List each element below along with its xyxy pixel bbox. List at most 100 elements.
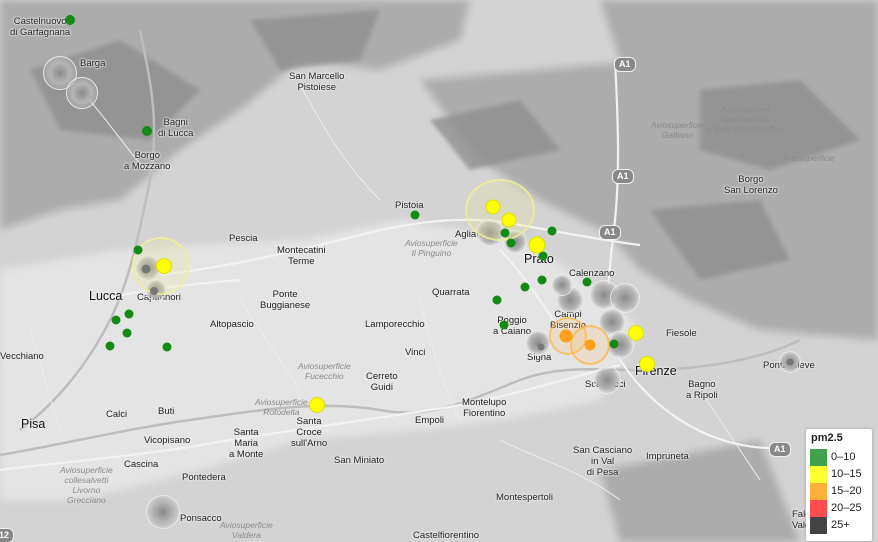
place-label: Cerreto Guidi [366,371,398,393]
place-label: Vicopisano [144,435,191,446]
place-label: Pistoia [395,200,424,211]
place-label: Altopascio [210,319,254,330]
sensor-marker-green[interactable] [65,15,75,25]
place-label: Castelnuovo di Garfagnana [10,16,71,38]
legend-label: 15–20 [831,485,862,497]
sensor-marker-green[interactable] [410,210,420,220]
map-view[interactable]: A1 A1 A1 A1 12 Aviosuperficie Il Pinguino… [0,0,878,542]
place-label: Buti [158,406,175,417]
sensor-halo-gray[interactable] [593,366,621,394]
sensor-marker-yellow[interactable] [628,325,644,341]
airfield-label: Aviosuperficie Rotodelta [255,397,308,417]
sensor-halo-gray[interactable] [551,274,573,296]
place-label: Bagni di Lucca [158,117,194,139]
sensor-marker-green[interactable] [609,339,619,349]
legend-label: 20–25 [831,502,862,514]
place-label: Borgo a Mozzano [124,150,171,172]
sensor-marker-green[interactable] [520,282,530,292]
sensor-marker-green[interactable] [133,245,143,255]
place-label: Bagno a Ripoli [686,379,718,401]
legend-item: 20–25 [810,500,872,517]
sensor-marker-green[interactable] [492,295,502,305]
airfield-label: Aviosuperficie Valdera [220,520,273,540]
place-label: San Casciano in Val di Pesa [573,445,633,478]
legend-label: 0–10 [831,451,856,463]
place-label: Castelfiorentino [413,530,480,541]
sensor-halo-gray[interactable] [66,77,98,109]
place-label: San Miniato [334,455,385,466]
place-label: Pontedera [182,472,226,483]
sensor-marker-gray[interactable] [786,358,794,366]
place-label: Pisa [21,417,46,431]
sensor-marker-green[interactable] [162,342,172,352]
sensor-marker-green[interactable] [111,315,121,325]
legend-swatch [810,483,827,500]
sensor-marker-orange[interactable] [559,329,573,343]
legend-title: pm2.5 [811,432,843,444]
sensor-halo-gray[interactable] [146,495,180,529]
sensor-marker-yellow[interactable] [309,397,325,413]
highway-shield-a1: A1 [614,57,636,72]
legend-item: 15–20 [810,483,872,500]
highway-shield-a1: A1 [612,169,634,184]
place-label: Calenzano [569,268,615,279]
place-label: Ponsacco [180,513,222,524]
highway-shield-a1: A1 [769,442,791,457]
place-label: Montecatini Terme [277,245,326,267]
highway-shield-a1: A1 [599,225,621,240]
sensor-marker-gray[interactable] [150,287,158,295]
sensor-marker-gray[interactable] [537,343,545,351]
place-label: Santa Maria a Monte [229,427,264,460]
sensor-marker-green[interactable] [105,341,115,351]
sensor-marker-green[interactable] [547,226,557,236]
legend-swatch [810,449,827,466]
pm25-legend: pm2.5 0–10 10–15 15–20 20–25 25+ [806,429,872,541]
place-label: Montelupo Fiorentino [462,397,507,419]
place-label: Ponte Buggianese [260,289,311,311]
legend-label: 25+ [831,519,850,531]
place-label: Barga [80,58,106,69]
place-label: Lucca [89,289,123,303]
legend-item: 10–15 [810,466,872,483]
sensor-marker-yellow[interactable] [485,199,501,215]
sensor-halo-gray[interactable] [525,330,551,356]
airfield-label: Aviosuperficie [782,153,835,163]
place-label: Cascina [124,459,159,470]
airfield-label: Associazione sportiva Volo A Vela Aviosupe… [706,104,786,134]
legend-swatch [810,500,827,517]
sensor-marker-yellow[interactable] [528,236,546,254]
place-label: Pescia [229,233,258,244]
place-label: Calci [106,409,128,420]
place-label: Montespertoli [496,492,554,503]
place-label: Impruneta [646,451,689,462]
airfield-label: Aviosuperficie Galliano [651,120,704,140]
sensor-marker-green[interactable] [124,309,134,319]
sensor-marker-green[interactable] [499,320,509,330]
place-label: Lamporecchio [365,319,425,330]
legend-item: 0–10 [810,449,872,466]
sensor-marker-orange[interactable] [584,339,596,351]
legend-swatch [810,466,827,483]
sensor-marker-green[interactable] [506,238,516,248]
place-label: Santa Croce sull'Arno [291,416,328,449]
place-label: Vinci [405,347,426,358]
sensor-marker-green[interactable] [142,126,152,136]
sensor-marker-yellow[interactable] [156,258,172,274]
airfield-label: Aviosuperficie collesalvetti Livorno Grecci… [60,465,113,505]
sensor-marker-green[interactable] [537,275,547,285]
sensor-marker-green[interactable] [582,277,592,287]
place-label: Quarrata [432,287,470,298]
place-label: Borgo San Lorenzo [724,174,778,196]
sensor-marker-green[interactable] [500,228,510,238]
highway-shield-a12: 12 [0,528,15,542]
legend-label: 10–15 [831,468,862,480]
sensor-marker-green[interactable] [122,328,132,338]
sensor-marker-yellow[interactable] [639,356,655,372]
legend-swatch [810,517,827,534]
sensor-marker-gray[interactable] [141,264,151,274]
legend-item: 25+ [810,517,872,534]
sensor-marker-yellow[interactable] [501,212,517,228]
airfield-label: Aviosuperficie Il Pinguino [405,238,458,258]
place-label: Empoli [415,415,445,426]
place-label: Vecchiano [0,351,44,362]
